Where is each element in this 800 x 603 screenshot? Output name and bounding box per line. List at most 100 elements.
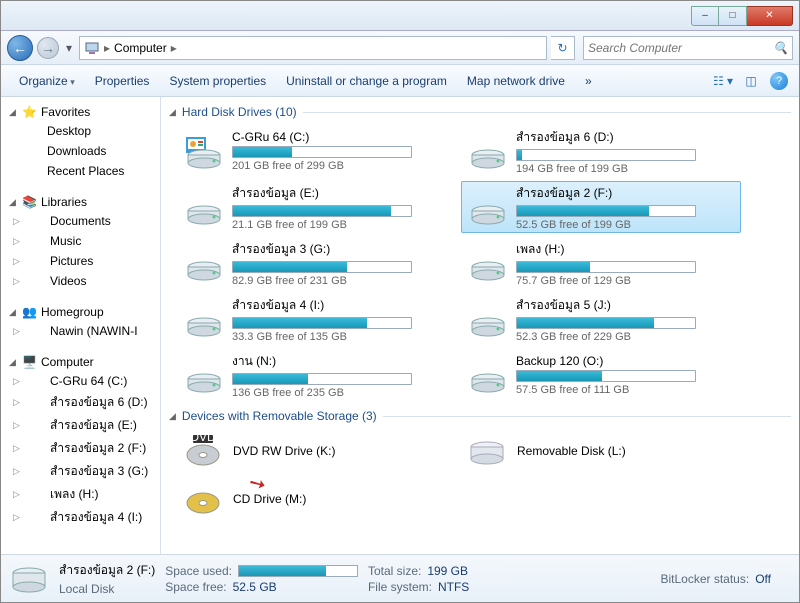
cd-drive-icon xyxy=(183,479,223,519)
refresh-button[interactable]: ↻ xyxy=(551,36,575,60)
sidebar-header-favorites[interactable]: ◢ ⭐ Favorites xyxy=(1,103,160,121)
drive-info: สำรองข้อมูล 3 (G:)82.9 GB free of 231 GB xyxy=(232,240,450,287)
drive-icon xyxy=(468,355,508,395)
drive-item[interactable]: C-GRu 64 (C:)201 GB free of 299 GB xyxy=(177,125,457,177)
search-box[interactable]: 🔍 xyxy=(583,36,793,60)
sidebar-item[interactable]: Desktop xyxy=(1,121,160,141)
organize-menu[interactable]: Organize xyxy=(9,69,85,93)
toolbar-overflow[interactable]: » xyxy=(575,69,602,93)
sidebar-item[interactable]: ▷Videos xyxy=(1,271,160,291)
space-used-label: Space used: xyxy=(165,564,232,578)
navigation-pane[interactable]: ◢ ⭐ Favorites DesktopDownloadsRecent Pla… xyxy=(1,97,161,554)
os-drive-icon xyxy=(184,131,224,171)
sidebar-item[interactable]: ▷เพลง (H:) xyxy=(1,483,160,506)
drive-item[interactable]: งาน (N:)136 GB free of 235 GB xyxy=(177,349,457,401)
window-controls: – □ ✕ xyxy=(691,6,793,26)
drive-item[interactable]: สำรองข้อมูล (E:)21.1 GB free of 199 GB xyxy=(177,181,457,233)
sidebar-header-libraries[interactable]: ◢ 📚 Libraries xyxy=(1,193,160,211)
capacity-bar xyxy=(232,146,412,158)
preview-pane-button[interactable]: ◫ xyxy=(739,69,763,93)
item-icon xyxy=(28,487,44,503)
drive-item[interactable]: Backup 120 (O:)57.5 GB free of 111 GB xyxy=(461,349,741,401)
item-icon xyxy=(28,233,44,249)
drive-info: CD Drive (M:) xyxy=(233,492,451,506)
sidebar-item[interactable]: ▷สำรองข้อมูล 4 (I:) xyxy=(1,506,160,529)
nav-history-dropdown[interactable]: ▾ xyxy=(63,41,75,55)
group-header-hdd[interactable]: ◢ Hard Disk Drives (10) xyxy=(169,105,791,119)
capacity-bar xyxy=(232,317,412,329)
back-button[interactable]: ← xyxy=(7,35,33,61)
sidebar-item[interactable]: ▷Nawin (NAWIN-I xyxy=(1,321,160,341)
removable-item[interactable]: Removable Disk (L:) xyxy=(461,429,741,473)
uninstall-button[interactable]: Uninstall or change a program xyxy=(276,69,457,93)
computer-icon: 🖥️ xyxy=(22,355,37,369)
group-header-removable[interactable]: ◢ Devices with Removable Storage (3) xyxy=(169,409,791,423)
minimize-button[interactable]: – xyxy=(691,6,719,26)
file-system-label: File system: xyxy=(368,580,432,594)
computer-icon xyxy=(84,40,100,56)
capacity-bar xyxy=(232,261,412,273)
sidebar-item[interactable]: ▷สำรองข้อมูล 2 (F:) xyxy=(1,437,160,460)
capacity-bar xyxy=(516,261,696,273)
help-button[interactable]: ? xyxy=(767,69,791,93)
sidebar-item[interactable]: ▷สำรองข้อมูล (E:) xyxy=(1,414,160,437)
drive-free-text: 52.5 GB free of 199 GB xyxy=(516,219,734,231)
search-input[interactable] xyxy=(588,41,773,55)
drive-item[interactable]: สำรองข้อมูล 5 (J:)52.3 GB free of 229 GB xyxy=(461,293,741,345)
drive-name: สำรองข้อมูล 5 (J:) xyxy=(516,296,734,315)
details-space-column: Space used: Space free:52.5 GB xyxy=(165,564,358,594)
drive-icon xyxy=(468,299,508,339)
close-button[interactable]: ✕ xyxy=(747,6,793,26)
removable-item[interactable]: DVDDVD RW Drive (K:) xyxy=(177,429,457,473)
sidebar-item[interactable]: ▷สำรองข้อมูล 6 (D:) xyxy=(1,391,160,414)
star-icon: ⭐ xyxy=(22,105,37,119)
divider xyxy=(383,416,791,417)
sidebar-item[interactable]: ▷Pictures xyxy=(1,251,160,271)
sidebar-header-computer[interactable]: ◢ 🖥️ Computer xyxy=(1,353,160,371)
drive-icon xyxy=(468,243,508,283)
drive-info: สำรองข้อมูล (E:)21.1 GB free of 199 GB xyxy=(232,184,450,231)
content-pane[interactable]: ◢ Hard Disk Drives (10) C-GRu 64 (C:)201… xyxy=(161,97,799,554)
sidebar-item[interactable]: ▷C-GRu 64 (C:) xyxy=(1,371,160,391)
drive-item[interactable]: เพลง (H:)75.7 GB free of 129 GB xyxy=(461,237,741,289)
sidebar-item[interactable]: ▷Music xyxy=(1,231,160,251)
sidebar-item[interactable]: ▷Documents xyxy=(1,211,160,231)
breadcrumb-item[interactable]: Computer xyxy=(114,41,167,55)
collapse-icon: ◢ xyxy=(9,307,18,318)
collapse-icon: ◢ xyxy=(169,411,176,422)
total-size-label: Total size: xyxy=(368,564,421,578)
drive-free-text: 21.1 GB free of 199 GB xyxy=(232,219,450,231)
drive-item[interactable]: สำรองข้อมูล 4 (I:)33.3 GB free of 135 GB xyxy=(177,293,457,345)
maximize-button[interactable]: □ xyxy=(719,6,747,26)
capacity-bar xyxy=(516,317,696,329)
sidebar-label: Homegroup xyxy=(41,305,104,319)
item-icon xyxy=(28,253,44,269)
drive-icon xyxy=(184,355,224,395)
breadcrumb[interactable]: ▸ Computer ▸ xyxy=(79,36,547,60)
sidebar-item-label: Documents xyxy=(50,214,111,228)
titlebar: – □ ✕ xyxy=(1,1,799,31)
properties-button[interactable]: Properties xyxy=(85,69,160,93)
item-icon xyxy=(25,123,41,139)
drive-name: สำรองข้อมูล 2 (F:) xyxy=(516,184,734,203)
forward-button[interactable]: → xyxy=(37,37,59,59)
total-size-value: 199 GB xyxy=(427,564,468,578)
space-free-label: Space free: xyxy=(165,580,226,594)
drive-item[interactable]: สำรองข้อมูล 6 (D:)194 GB free of 199 GB xyxy=(461,125,741,177)
sidebar-group-computer: ◢ 🖥️ Computer ▷C-GRu 64 (C:)▷สำรองข้อมูล… xyxy=(1,353,160,529)
sidebar-item[interactable]: Downloads xyxy=(1,141,160,161)
removable-item[interactable]: CD Drive (M:) xyxy=(177,477,457,521)
view-options-button[interactable]: ☷ ▾ xyxy=(711,69,735,93)
map-drive-button[interactable]: Map network drive xyxy=(457,69,575,93)
capacity-bar xyxy=(516,370,696,382)
drive-name: สำรองข้อมูล 4 (I:) xyxy=(232,296,450,315)
item-icon xyxy=(28,510,44,526)
expand-icon: ▷ xyxy=(13,276,22,287)
sidebar-item[interactable]: ▷สำรองข้อมูล 3 (G:) xyxy=(1,460,160,483)
expand-icon: ▷ xyxy=(13,512,22,523)
drive-item[interactable]: สำรองข้อมูล 3 (G:)82.9 GB free of 231 GB xyxy=(177,237,457,289)
sidebar-item[interactable]: Recent Places xyxy=(1,161,160,181)
system-properties-button[interactable]: System properties xyxy=(159,69,276,93)
sidebar-header-homegroup[interactable]: ◢ 👥 Homegroup xyxy=(1,303,160,321)
drive-item[interactable]: สำรองข้อมูล 2 (F:) 52.5 GB free of 199 GB xyxy=(461,181,741,233)
